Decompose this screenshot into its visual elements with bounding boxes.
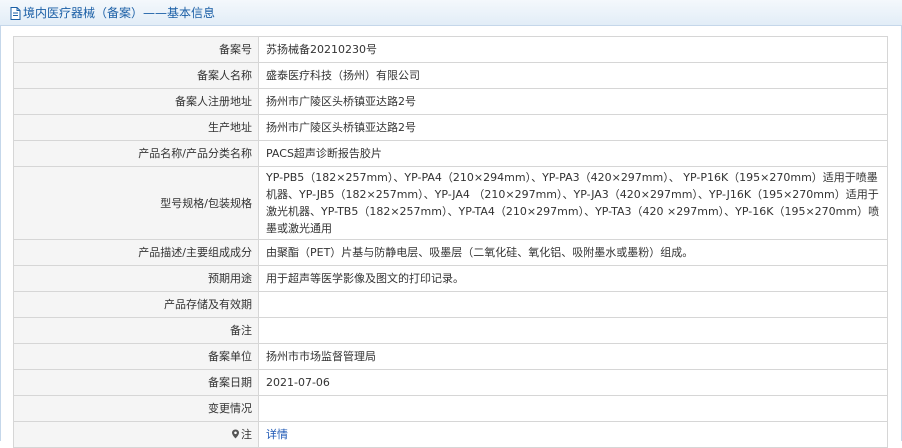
row-label: 产品描述/主要组成成分 bbox=[13, 239, 259, 266]
table-row: 变更情况 bbox=[13, 395, 888, 422]
row-value: 苏扬械备20210230号 bbox=[258, 36, 888, 63]
row-value: 扬州市广陵区头桥镇亚达路2号 bbox=[258, 88, 888, 115]
page-title-text: 境内医疗器械（备案）——基本信息 bbox=[23, 6, 216, 20]
row-label: 变更情况 bbox=[13, 395, 259, 422]
page-title: 境内医疗器械（备案）——基本信息 bbox=[10, 5, 215, 21]
table-row: 生产地址 扬州市广陵区头桥镇亚达路2号 bbox=[13, 114, 888, 141]
row-label: 备案人注册地址 bbox=[13, 88, 259, 115]
row-value: 扬州市广陵区头桥镇亚达路2号 bbox=[258, 114, 888, 141]
table-row: 注 详情 bbox=[13, 421, 888, 448]
row-label: 备注 bbox=[13, 317, 259, 344]
row-value: PACS超声诊断报告胶片 bbox=[258, 140, 888, 167]
row-value bbox=[258, 291, 888, 318]
details-link[interactable]: 详情 bbox=[266, 428, 288, 441]
table-row: 产品名称/产品分类名称 PACS超声诊断报告胶片 bbox=[13, 140, 888, 167]
document-icon bbox=[10, 6, 21, 20]
table-row: 型号规格/包装规格 YP-PB5（182×257mm）、YP-PA4（210×2… bbox=[13, 166, 888, 240]
row-label: 生产地址 bbox=[13, 114, 259, 141]
row-value bbox=[258, 317, 888, 344]
table-row: 备案单位 扬州市市场监督管理局 bbox=[13, 343, 888, 370]
table-row: 备案日期 2021-07-06 bbox=[13, 369, 888, 396]
row-value: YP-PB5（182×257mm）、YP-PA4（210×294mm）、YP-P… bbox=[258, 166, 888, 240]
row-value: 2021-07-06 bbox=[258, 369, 888, 396]
row-value: 盛泰医疗科技（扬州）有限公司 bbox=[258, 62, 888, 89]
table-row: 备案人注册地址 扬州市广陵区头桥镇亚达路2号 bbox=[13, 88, 888, 115]
page-header: 境内医疗器械（备案）——基本信息 bbox=[0, 0, 902, 26]
row-label: 备案人名称 bbox=[13, 62, 259, 89]
row-value: 由聚酯（PET）片基与防静电层、吸墨层（二氧化硅、氧化铝、吸附墨水或墨粉）组成。 bbox=[258, 239, 888, 266]
note-label-cell: 注 bbox=[13, 421, 259, 448]
row-label: 备案日期 bbox=[13, 369, 259, 396]
row-value: 用于超声等医学影像及图文的打印记录。 bbox=[258, 265, 888, 292]
row-value bbox=[258, 395, 888, 422]
map-pin-icon bbox=[231, 427, 240, 439]
row-value: 扬州市市场监督管理局 bbox=[258, 343, 888, 370]
table-row: 备注 bbox=[13, 317, 888, 344]
table-row: 产品存储及有效期 bbox=[13, 291, 888, 318]
info-table: 备案号 苏扬械备20210230号 备案人名称 盛泰医疗科技（扬州）有限公司 备… bbox=[13, 36, 888, 448]
row-label: 预期用途 bbox=[13, 265, 259, 292]
row-label: 产品名称/产品分类名称 bbox=[13, 140, 259, 167]
row-label: 注 bbox=[241, 428, 252, 441]
table-row: 备案号 苏扬械备20210230号 bbox=[13, 36, 888, 63]
table-row: 备案人名称 盛泰医疗科技（扬州）有限公司 bbox=[13, 62, 888, 89]
row-value: 详情 bbox=[258, 421, 888, 448]
row-label: 备案号 bbox=[13, 36, 259, 63]
content-frame: 备案号 苏扬械备20210230号 备案人名称 盛泰医疗科技（扬州）有限公司 备… bbox=[0, 26, 902, 448]
table-row: 产品描述/主要组成成分 由聚酯（PET）片基与防静电层、吸墨层（二氧化硅、氧化铝… bbox=[13, 239, 888, 266]
row-label: 备案单位 bbox=[13, 343, 259, 370]
table-row: 预期用途 用于超声等医学影像及图文的打印记录。 bbox=[13, 265, 888, 292]
row-label: 产品存储及有效期 bbox=[13, 291, 259, 318]
row-label: 型号规格/包装规格 bbox=[13, 166, 259, 240]
